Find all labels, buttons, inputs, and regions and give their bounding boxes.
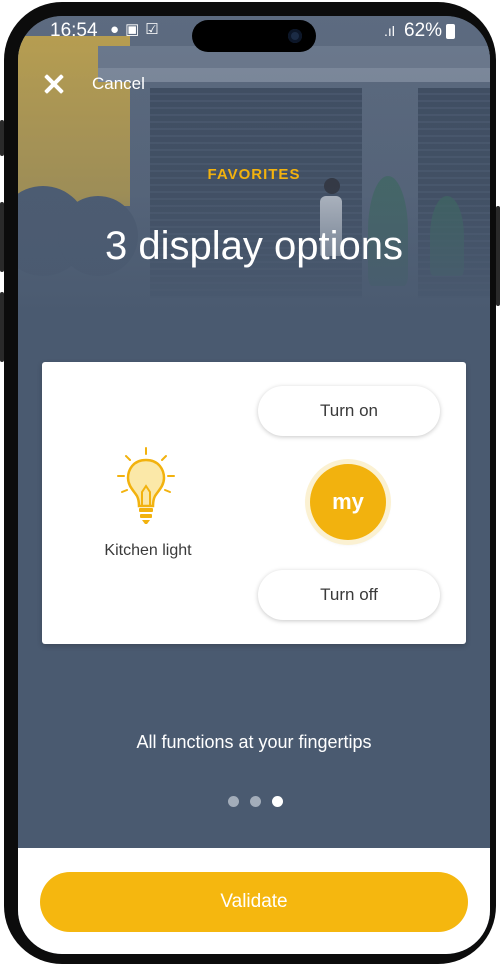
page-indicator[interactable] [226, 796, 286, 808]
validate-button[interactable]: Validate [40, 872, 468, 932]
device-label: Kitchen light [104, 542, 192, 559]
turn-off-button[interactable]: Turn off [258, 570, 440, 620]
footer: Validate [18, 848, 490, 954]
battery-icon [446, 24, 455, 39]
phone-side-button [0, 292, 4, 362]
phone-side-button [0, 202, 4, 272]
my-favorite-button[interactable]: my [310, 464, 386, 540]
check-box-icon: ☑ [145, 21, 165, 38]
light-bulb-icon [117, 447, 175, 524]
cancel-button[interactable]: Cancel [92, 74, 145, 94]
front-camera-icon [288, 29, 302, 43]
status-notification-icons: ●▣☑ [110, 20, 165, 38]
phone-side-button [0, 120, 4, 156]
page-dot-active[interactable] [272, 796, 283, 807]
display-option-card: Kitchen light Turn on my Turn off [42, 362, 466, 644]
status-time: 16:54 [50, 20, 98, 41]
location-pin-icon: ● [110, 21, 126, 38]
onboarding-tagline: All functions at your fingertips [136, 732, 372, 752]
phone-frame: 16:54 ●▣☑ .ıl 62% Cancel FAVORITES 3 dis… [0, 2, 500, 964]
phone-side-button [496, 206, 500, 306]
signal-icon: .ıl [384, 23, 395, 39]
page-dot[interactable] [228, 796, 239, 807]
app-screen: 16:54 ●▣☑ .ıl 62% Cancel FAVORITES 3 dis… [18, 16, 490, 954]
section-kicker: FAVORITES [207, 166, 301, 183]
turn-on-button[interactable]: Turn on [258, 386, 440, 436]
battery-percent: 62% [404, 20, 443, 41]
page-dot[interactable] [250, 796, 261, 807]
image-icon: ▣ [125, 21, 146, 38]
page-title: 3 display options [105, 224, 403, 268]
status-bar: 16:54 ●▣☑ .ıl 62% [18, 16, 490, 52]
close-icon[interactable] [42, 72, 66, 96]
